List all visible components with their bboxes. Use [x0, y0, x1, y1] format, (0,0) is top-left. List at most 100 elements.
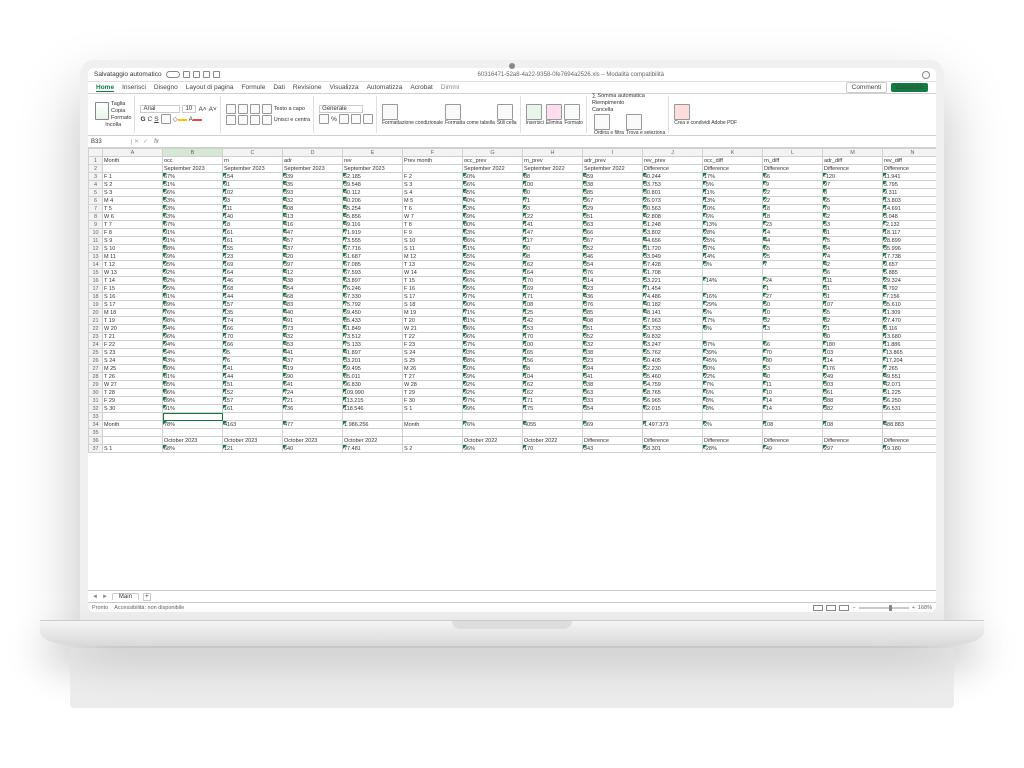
cell[interactable]: 78%	[163, 421, 223, 429]
cell[interactable]: 432	[283, 197, 343, 205]
cell[interactable]: 56.250	[883, 397, 937, 405]
cell[interactable]: rn	[223, 157, 283, 165]
cell[interactable]: 77.481	[343, 445, 403, 453]
cell[interactable]: 22	[763, 189, 823, 197]
cell[interactable]: 31	[823, 293, 883, 301]
cell[interactable]: 1.986.256	[343, 421, 403, 429]
cell[interactable]: 80	[823, 333, 883, 341]
row-header[interactable]: 31	[89, 397, 103, 405]
col-header-L[interactable]: L	[763, 149, 823, 157]
cell[interactable]: October 2022	[463, 437, 523, 445]
undo-icon[interactable]	[203, 71, 210, 78]
cell[interactable]: Difference	[823, 437, 883, 445]
tab-acrobat[interactable]: Acrobat	[410, 84, 432, 91]
autosum-button[interactable]: ∑ Somma automatica	[592, 93, 665, 99]
select-all-corner[interactable]	[89, 149, 103, 157]
cell[interactable]: 107	[823, 301, 883, 309]
cell[interactable]: 91%	[163, 237, 223, 245]
cell[interactable]: 108	[523, 301, 583, 309]
cell[interactable]: -1	[763, 285, 823, 293]
cell[interactable]: M 4	[103, 197, 163, 205]
align-left-icon[interactable]	[226, 115, 236, 125]
cell[interactable]: October 2022	[343, 437, 403, 445]
toggle-icon[interactable]	[166, 71, 180, 78]
cell[interactable]: 338	[583, 381, 643, 389]
cell[interactable]	[583, 413, 643, 421]
cell[interactable]: occ_prev	[463, 157, 523, 165]
cell[interactable]: T 21	[103, 333, 163, 341]
cell[interactable]: 736	[283, 405, 343, 413]
cell[interactable]: 459	[583, 173, 643, 181]
cell[interactable]	[703, 269, 763, 277]
col-header-C[interactable]: C	[223, 149, 283, 157]
row-header[interactable]: 36	[89, 437, 103, 445]
cell[interactable]: 40.244	[643, 173, 703, 181]
cell[interactable]: 51.687	[343, 253, 403, 261]
sheet-tab-main[interactable]: Main	[112, 593, 139, 600]
cell[interactable]: Month	[103, 157, 163, 165]
merge-button[interactable]: Unisci e centra	[274, 117, 310, 123]
cell[interactable]: T 8	[403, 221, 463, 229]
cell[interactable]: 51.248	[643, 221, 703, 229]
comments-button[interactable]: Commenti	[846, 82, 888, 93]
cell[interactable]: 33.201	[343, 357, 403, 365]
cell[interactable]: S 2	[103, 181, 163, 189]
cell[interactable]: 491	[283, 317, 343, 325]
cell[interactable]: S 16	[103, 293, 163, 301]
cell[interactable]: 154	[223, 173, 283, 181]
cell[interactable]: 97%	[463, 397, 523, 405]
row-header[interactable]: 27	[89, 365, 103, 373]
cell[interactable]: T 12	[103, 261, 163, 269]
cell[interactable]: Difference	[643, 437, 703, 445]
cell[interactable]: -13%	[703, 221, 763, 229]
col-header-A[interactable]: A	[103, 149, 163, 157]
cell[interactable]: 74	[823, 253, 883, 261]
cell[interactable]: 420	[283, 253, 343, 261]
cell[interactable]: 57.428	[643, 261, 703, 269]
cell[interactable]: 51%	[163, 181, 223, 189]
cell[interactable]: F 2	[403, 173, 463, 181]
cell[interactable]	[763, 333, 823, 341]
cell[interactable]: 86%	[463, 325, 523, 333]
cell[interactable]: occ	[163, 157, 223, 165]
cell[interactable]: 166	[223, 341, 283, 349]
cell[interactable]	[103, 429, 163, 437]
cell[interactable]	[403, 429, 463, 437]
cell[interactable]: S 25	[403, 357, 463, 365]
col-header-D[interactable]: D	[283, 149, 343, 157]
cell[interactable]: -27	[763, 293, 823, 301]
cell[interactable]: 161	[223, 237, 283, 245]
cell[interactable]: 354	[583, 261, 643, 269]
cell[interactable]: 18	[763, 213, 823, 221]
cell[interactable]: T 28	[103, 389, 163, 397]
col-header-M[interactable]: M	[823, 149, 883, 157]
cell[interactable]: 94%	[163, 341, 223, 349]
cell[interactable]: 9.657	[883, 261, 937, 269]
cell[interactable]: 111	[823, 277, 883, 285]
row-header[interactable]: 5	[89, 189, 103, 197]
increase-decimal-icon[interactable]	[351, 114, 361, 124]
cell[interactable]: 59.450	[343, 309, 403, 317]
cell[interactable]: 17.738	[883, 253, 937, 261]
row-header[interactable]: 2	[89, 165, 103, 173]
cell[interactable]: 88%	[463, 357, 523, 365]
cell[interactable]: 40%	[463, 197, 523, 205]
cell[interactable]: 161	[223, 229, 283, 237]
col-header-G[interactable]: G	[463, 149, 523, 157]
cell[interactable]: 14.691	[883, 205, 937, 213]
cell[interactable]: 111	[223, 205, 283, 213]
cell[interactable]: 165	[523, 349, 583, 357]
cell[interactable]: S 10	[103, 245, 163, 253]
cell[interactable]	[643, 429, 703, 437]
cell[interactable]: 17%	[703, 173, 763, 181]
cell[interactable]: 468	[283, 293, 343, 301]
cell[interactable]: adr_diff	[823, 157, 883, 165]
cell[interactable]: 56.965	[643, 397, 703, 405]
col-header-H[interactable]: H	[523, 149, 583, 157]
cell[interactable]: M 11	[103, 253, 163, 261]
cell[interactable]: 11.941	[883, 173, 937, 181]
home-icon[interactable]	[183, 71, 190, 78]
cell[interactable]: 44.656	[643, 237, 703, 245]
cell[interactable]: 437	[283, 357, 343, 365]
cell[interactable]: 118.546	[343, 405, 403, 413]
